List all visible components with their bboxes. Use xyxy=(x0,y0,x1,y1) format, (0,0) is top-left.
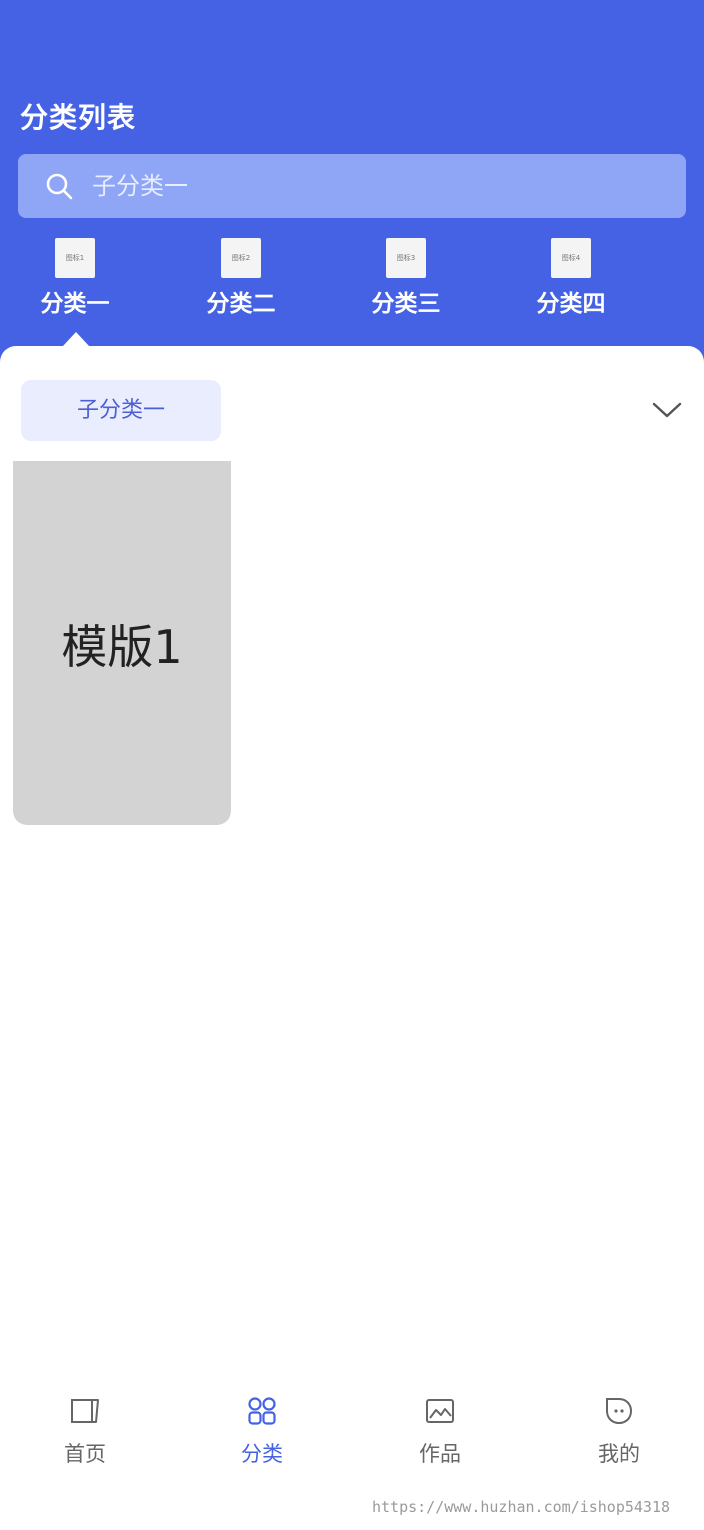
tab-label: 分类 xyxy=(241,1442,283,1466)
category-item-1[interactable]: 图标1 分类一 xyxy=(30,236,120,326)
tab-label: 首页 xyxy=(64,1442,106,1466)
category-grid-icon xyxy=(248,1397,276,1425)
selected-category-indicator xyxy=(63,332,89,346)
template-label: 模版1 xyxy=(61,620,183,674)
header: 分类列表 子分类一 图标1 分类一 图标2 分类二 图标3 分类三 图标4 分类… xyxy=(0,0,704,370)
category-item-3[interactable]: 图标3 分类三 xyxy=(361,236,451,326)
tab-mine[interactable]: 我的 xyxy=(559,1388,679,1478)
category-label: 分类二 xyxy=(206,291,276,317)
category-thumbnail: 图标4 xyxy=(551,238,591,278)
template-card[interactable]: 模版1 xyxy=(13,461,231,825)
tab-home[interactable]: 首页 xyxy=(25,1388,145,1478)
tab-label: 我的 xyxy=(598,1442,640,1466)
search-text: 子分类一 xyxy=(92,172,188,200)
search-icon xyxy=(46,173,73,200)
category-label: 分类一 xyxy=(40,291,110,317)
tab-category[interactable]: 分类 xyxy=(202,1388,322,1478)
category-thumbnail: 图标3 xyxy=(386,238,426,278)
category-label: 分类三 xyxy=(371,291,441,317)
home-icon xyxy=(71,1399,99,1423)
tab-works[interactable]: 作品 xyxy=(380,1388,500,1478)
bottom-tab-bar: 首页 分类 作品 我的 xyxy=(0,1388,704,1478)
page-title: 分类列表 xyxy=(20,101,137,134)
profile-icon xyxy=(606,1398,633,1425)
tab-label: 作品 xyxy=(419,1442,461,1466)
category-item-2[interactable]: 图标2 分类二 xyxy=(196,236,286,326)
category-strip: 图标1 分类一 图标2 分类二 图标3 分类三 图标4 分类四 xyxy=(0,236,704,346)
subcategory-chip[interactable]: 子分类一 xyxy=(21,380,221,441)
search-bar[interactable]: 子分类一 xyxy=(18,154,686,218)
chevron-down-icon[interactable] xyxy=(652,400,682,420)
watermark: https://www.huzhan.com/ishop54318 xyxy=(372,1498,671,1516)
category-label: 分类四 xyxy=(536,291,606,317)
category-thumbnail: 图标1 xyxy=(55,238,95,278)
category-thumbnail: 图标2 xyxy=(221,238,261,278)
image-icon xyxy=(426,1399,454,1423)
category-item-4[interactable]: 图标4 分类四 xyxy=(526,236,616,326)
